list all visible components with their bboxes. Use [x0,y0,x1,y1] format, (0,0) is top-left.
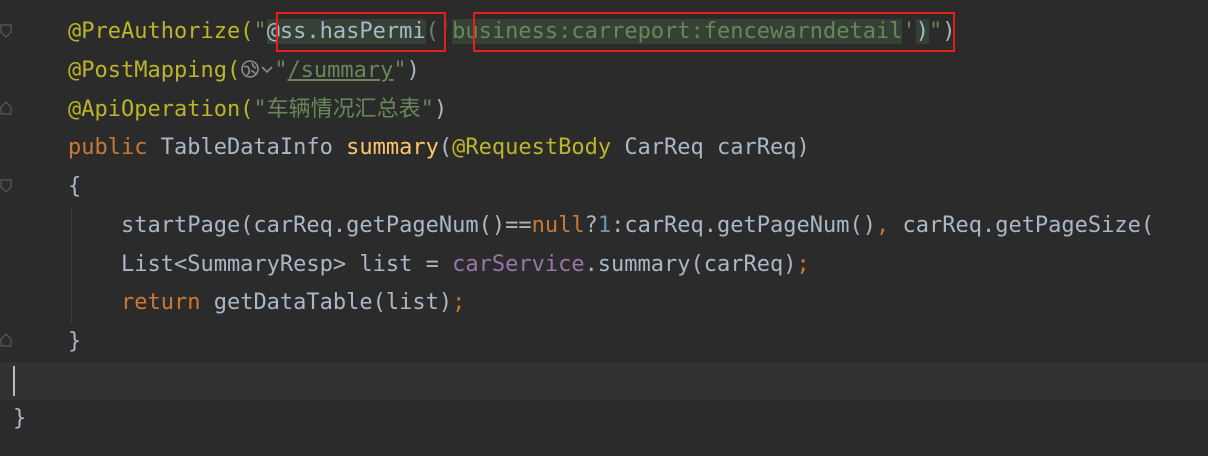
code-token: return [120,290,214,315]
code-token: null [531,213,585,238]
code-token: "车辆情况汇总表" [253,97,434,122]
code-token: .summary(carReq) [584,252,797,277]
code-token: ; [452,290,466,315]
code-line[interactable]: public TableDataInfo summary(@RequestBod… [0,129,1208,167]
code-line[interactable]: List<SummaryResp> list = carService.summ… [0,246,1208,284]
code-token: @ApiOperation( [68,97,254,122]
code-token: ? [584,213,598,238]
code-token: { [68,174,82,199]
code-token: List<SummaryResp> list = [68,252,453,277]
code-token: getDataTable(list) [213,290,453,315]
code-token: ; [796,252,810,277]
code-token: " [274,58,288,83]
code-line[interactable]: startPage(carReq.getPageNum()==null?1:ca… [0,207,1208,245]
code-token: @RequestBody [452,135,625,160]
code-token: " [253,19,267,44]
code-token: ( [438,135,453,160]
highlight-box-haspermi [276,12,446,52]
code-token: @PostMapping( [68,58,241,83]
code-token: public [68,135,161,160]
code-token: startPage(carReq.getPageNum()== [68,213,532,238]
code-line[interactable]: } [0,400,1208,438]
code-line[interactable]: } [0,323,1208,361]
code-token: :carReq.getPageNum() [611,213,876,238]
code-line[interactable]: { [0,168,1208,206]
code-token: TableDataInfo [160,135,347,160]
code-token: " [393,58,407,83]
highlight-box-permission-string [473,12,955,52]
code-line[interactable]: @PostMapping( "/summary") [0,52,1208,90]
code-token: carReq.getPageSize( [902,213,1155,238]
code-token: ) [433,97,448,122]
globe-icon[interactable] [240,59,260,79]
code-token: } [68,329,82,354]
code-token: , [875,213,903,238]
code-line[interactable]: @ApiOperation("车辆情况汇总表") [0,91,1208,129]
code-token: summary [346,135,439,160]
code-token: /summary [287,58,394,83]
code-token: carService [452,252,585,277]
code-token: CarReq carReq) [624,135,810,160]
code-token: @PreAuthorize( [68,19,254,44]
code-token: } [13,406,27,431]
code-token: ) [406,58,420,83]
text-caret [13,366,15,396]
chevron-down-icon[interactable] [260,62,274,76]
code-token: 1 [597,213,612,238]
code-line[interactable]: return getDataTable(list); [0,284,1208,322]
code-line[interactable] [0,362,1208,400]
